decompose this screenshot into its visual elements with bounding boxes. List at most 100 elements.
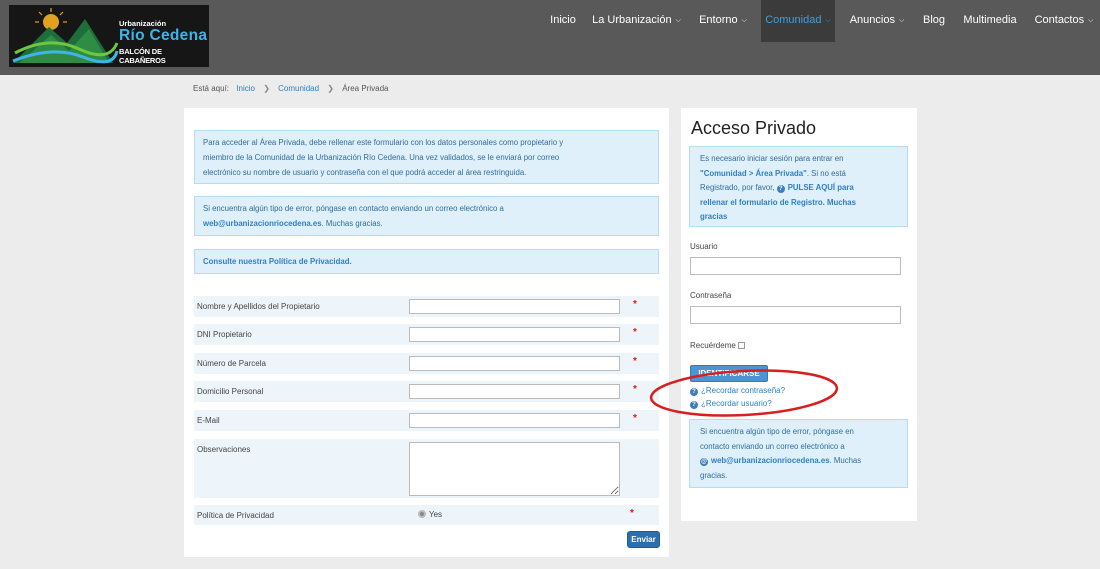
field-label: Número de Parcela bbox=[197, 359, 266, 368]
form-row-email: E-Mail * bbox=[194, 410, 659, 431]
note-line: miembro de la Comunidad de la Urbanizaci… bbox=[203, 153, 560, 162]
chevron-down-icon: ⌵ bbox=[741, 17, 747, 24]
nav-label: Anuncios bbox=[849, 14, 895, 26]
note-line: Si encuentra algún tipo de error, póngas… bbox=[203, 204, 504, 213]
usuario-input[interactable] bbox=[690, 257, 901, 275]
note-line: electrónico su nombre de usuario y contr… bbox=[203, 168, 527, 177]
password-input[interactable] bbox=[690, 306, 901, 324]
password-label: Contraseña bbox=[690, 291, 732, 300]
observaciones-textarea[interactable] bbox=[409, 442, 620, 496]
nav-label: Inicio bbox=[550, 14, 576, 26]
chevron-right-icon: ❯ bbox=[327, 84, 334, 93]
note-text: Es necesario iniciar sesión para entrar … bbox=[700, 154, 844, 163]
breadcrumb-link-comunidad[interactable]: Comunidad bbox=[278, 84, 319, 93]
nav-label: Contactos bbox=[1034, 14, 1085, 26]
chevron-right-icon: ❯ bbox=[263, 84, 270, 93]
breadcrumb: Está aquí: Inicio ❯ Comunidad ❯ Área Pri… bbox=[193, 84, 388, 93]
note-text: gracias. bbox=[700, 470, 728, 480]
enviar-button[interactable]: Enviar bbox=[627, 531, 660, 548]
field-label: Observaciones bbox=[197, 445, 251, 454]
info-note-access: Para acceder al Área Privada, debe relle… bbox=[194, 130, 659, 184]
domicilio-input[interactable] bbox=[409, 384, 620, 399]
note-bold: gracias bbox=[700, 212, 728, 221]
note-line: Para acceder al Área Privada, debe relle… bbox=[203, 138, 564, 147]
nav-label: La Urbanización bbox=[592, 14, 672, 26]
logo-line-3: BALCÓN DE CABAÑEROS bbox=[119, 47, 166, 65]
required-marker: * bbox=[630, 508, 634, 519]
chevron-down-icon: ⌵ bbox=[898, 17, 905, 24]
required-marker: * bbox=[633, 413, 637, 424]
nav-item-la-urbanizacion[interactable]: La Urbanización ⌵ bbox=[588, 0, 685, 42]
note-text: . Muchas bbox=[829, 456, 862, 465]
breadcrumb-prefix: Está aquí: bbox=[193, 84, 230, 93]
login-panel: Acceso Privado Es necesario iniciar sesi… bbox=[681, 108, 917, 521]
form-row-dni: DNI Propietario * bbox=[194, 324, 659, 345]
form-row-parcela: Número de Parcela * bbox=[194, 353, 659, 374]
remember-me[interactable]: Recuérdeme bbox=[690, 341, 745, 350]
note-text: Si encuentra algún tipo de error, póngas… bbox=[700, 427, 854, 436]
form-row-nombre: Nombre y Apellidos del Propietario * bbox=[194, 296, 659, 317]
field-label: Política de Privacidad bbox=[197, 511, 274, 520]
register-link[interactable]: PULSE AQUÍ para bbox=[788, 183, 854, 192]
site-logo[interactable]: Urbanización Río Cedena BALCÓN DE CABAÑE… bbox=[9, 5, 209, 67]
field-label: E-Mail bbox=[197, 416, 220, 425]
note-bold: rellenar el formulario de Registro. Much… bbox=[700, 197, 856, 207]
email-input[interactable] bbox=[409, 413, 620, 428]
nav-label: Blog bbox=[922, 14, 946, 26]
breadcrumb-link-inicio[interactable]: Inicio bbox=[236, 84, 255, 93]
contact-email-link[interactable]: web@urbanizacionriocedena.es bbox=[203, 219, 322, 228]
note-line: web@urbanizacionriocedena.es. Muchas gra… bbox=[203, 216, 650, 231]
nav-item-blog[interactable]: Blog bbox=[919, 0, 949, 42]
note-text: Registrado, por favor, bbox=[700, 183, 775, 192]
form-row-privacidad: Política de Privacidad Yes * bbox=[194, 505, 659, 525]
login-info-note: Es necesario iniciar sesión para entrar … bbox=[689, 146, 908, 227]
nav-item-inicio[interactable]: Inicio bbox=[543, 0, 583, 42]
chevron-down-icon: ⌵ bbox=[825, 17, 831, 24]
remember-label: Recuérdeme bbox=[690, 341, 736, 350]
privacy-policy-link[interactable]: Consulte nuestra Política de Privacidad. bbox=[203, 257, 352, 266]
privacy-radio-option[interactable]: Yes bbox=[418, 510, 442, 519]
nav-label: Multimedia bbox=[963, 14, 1017, 26]
note-text: . Si no está bbox=[806, 168, 846, 178]
nav-item-entorno[interactable]: Entorno ⌵ bbox=[694, 0, 752, 42]
note-text: contacto enviando un correo electrónico … bbox=[700, 441, 845, 451]
required-marker: * bbox=[633, 327, 637, 338]
required-marker: * bbox=[633, 299, 637, 310]
nav-item-comunidad[interactable]: Comunidad ⌵ bbox=[761, 0, 835, 42]
form-row-domicilio: Domicilio Personal * bbox=[194, 381, 659, 402]
form-row-observaciones: Observaciones bbox=[194, 439, 659, 498]
field-label: DNI Propietario bbox=[197, 330, 252, 339]
chevron-down-icon: ⌵ bbox=[1088, 17, 1094, 24]
nav-label: Comunidad bbox=[765, 14, 822, 26]
radio-icon[interactable] bbox=[418, 510, 426, 518]
envelope-icon: @ bbox=[700, 458, 708, 466]
usuario-label: Usuario bbox=[690, 242, 718, 251]
nav-item-contactos[interactable]: Contactos ⌵ bbox=[1030, 0, 1098, 42]
breadcrumb-current: Área Privada bbox=[342, 84, 389, 93]
dni-input[interactable] bbox=[409, 327, 620, 342]
note-tail: . Muchas gracias. bbox=[321, 219, 383, 228]
nombre-input[interactable] bbox=[409, 299, 620, 314]
annotation-circle bbox=[649, 369, 839, 417]
remember-checkbox[interactable] bbox=[737, 342, 745, 349]
login-error-note: Si encuentra algún tipo de error, póngas… bbox=[689, 419, 908, 488]
contact-email-link[interactable]: web@urbanizacionriocedena.es bbox=[711, 456, 830, 465]
site-header: Urbanización Río Cedena BALCÓN DE CABAÑE… bbox=[0, 0, 1100, 75]
registration-panel: Para acceder al Área Privada, debe relle… bbox=[184, 108, 669, 557]
logo-line-2: Río Cedena bbox=[119, 27, 208, 44]
nav-item-anuncios[interactable]: Anuncios ⌵ bbox=[845, 0, 909, 42]
required-marker: * bbox=[633, 384, 637, 395]
question-circle-icon: ? bbox=[776, 185, 785, 193]
chevron-down-icon: ⌵ bbox=[675, 17, 681, 24]
field-label: Nombre y Apellidos del Propietario bbox=[197, 302, 320, 311]
nav-label: Entorno bbox=[699, 14, 738, 26]
nav-item-multimedia[interactable]: Multimedia bbox=[960, 0, 1020, 42]
info-note-privacy: Consulte nuestra Política de Privacidad. bbox=[194, 249, 659, 274]
note-bold: "Comunidad > Área Privada" bbox=[700, 168, 807, 178]
login-title: Acceso Privado bbox=[691, 118, 817, 138]
field-label: Domicilio Personal bbox=[197, 387, 264, 396]
parcela-input[interactable] bbox=[409, 356, 620, 371]
required-marker: * bbox=[633, 356, 637, 367]
radio-label: Yes bbox=[429, 510, 443, 519]
info-note-error: Si encuentra algún tipo de error, póngas… bbox=[194, 196, 659, 236]
